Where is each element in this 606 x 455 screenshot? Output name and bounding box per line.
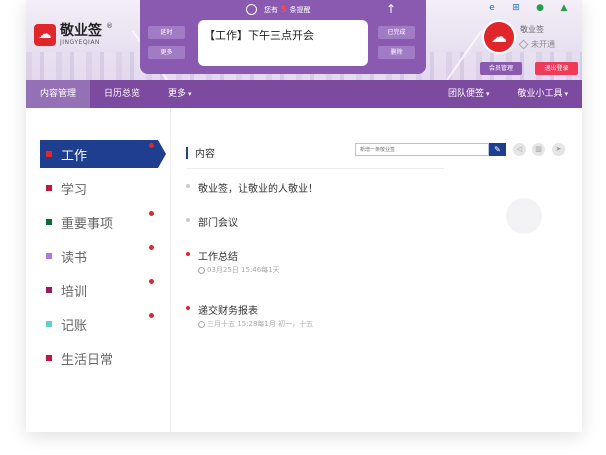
reminder-panel: 您有 5 条提醒 ↑ 延时 更多 【工作】下午三点开会 已完成 删除 (140, 0, 426, 74)
nav-team-notes[interactable]: 团队便签 ▾ (434, 80, 504, 108)
category-label: 培训 (61, 284, 88, 300)
membership-status: 未开通 (518, 39, 555, 50)
bullet-icon (186, 218, 190, 222)
reminder-dot-icon (149, 211, 154, 216)
note-text: 部门会议 (198, 218, 238, 229)
bullet-icon (186, 184, 190, 188)
note-text: 工作总结 (198, 252, 238, 263)
reminder-count[interactable]: 您有 5 条提醒 (246, 4, 311, 15)
nav-label: 更多 (168, 89, 187, 99)
logout-button[interactable]: 退出登录 (535, 62, 578, 75)
nav-label: 团队便签 (447, 89, 484, 99)
registered-mark: ® (106, 22, 113, 30)
membership-status-text: 未开通 (531, 40, 555, 49)
category-color-icon (46, 355, 52, 361)
reminder-dot-icon (149, 279, 154, 284)
windows-icon[interactable]: ⊞ (510, 2, 522, 14)
category-color-icon (46, 219, 52, 225)
category-color-icon (46, 321, 52, 327)
nav-label: 日历总览 (104, 89, 141, 99)
nav-tools[interactable]: 敬业小工具 ▾ (503, 80, 582, 108)
app-logo: ☁ 敬业签 JINGYEQIAN ® (34, 22, 113, 46)
note-text: 敬业签，让敬业的人敬业！ (198, 184, 318, 195)
reminder-number: 5 (281, 5, 287, 14)
category-label: 工作 (61, 148, 88, 164)
logo-name: 敬业签 (60, 23, 102, 39)
apple-icon[interactable]: ● (534, 2, 546, 14)
category-item[interactable]: 生活日常 (40, 344, 158, 372)
category-item[interactable]: 培训 (40, 276, 158, 304)
watermark-logo (506, 198, 542, 234)
diamond-icon (518, 39, 529, 50)
logo-icon: ☁ (34, 24, 56, 46)
note-text: 递交财务报表 (198, 306, 258, 317)
category-item[interactable]: 重要事项 (40, 208, 158, 236)
delay-button[interactable]: 延时 (148, 26, 185, 39)
delete-button[interactable]: 删除 (378, 46, 415, 59)
category-item[interactable]: 读书 (40, 242, 158, 270)
app-window: ☁ 敬业签 JINGYEQIAN ® 您有 5 条提醒 ↑ 延时 更多 【工作】… (26, 0, 582, 432)
more-button[interactable]: 更多 (148, 46, 185, 59)
edit-icon[interactable]: ✎ (489, 143, 506, 156)
category-color-icon (46, 185, 52, 191)
main-nav: 内容管理 日历总览 更多 ▾ 团队便签 ▾ 敬业小工具 ▾ (26, 80, 582, 108)
member-management-button[interactable]: 会员管理 (480, 62, 522, 75)
note-reminder-time: 三月十五 15:28每1月 初一，十五 (198, 319, 313, 329)
logo-subtitle: JINGYEQIAN (60, 39, 100, 46)
ie-icon[interactable]: e (486, 2, 498, 14)
chevron-down-icon: ▾ (485, 90, 490, 98)
chevron-down-icon: ▾ (564, 90, 568, 98)
reminder-prefix: 您有 (264, 5, 278, 14)
category-color-icon (46, 151, 52, 157)
new-note-input[interactable] (355, 143, 489, 156)
reminder-suffix: 条提醒 (289, 5, 311, 14)
divider (186, 168, 444, 169)
collapse-arrow-icon[interactable]: ↑ (386, 2, 396, 16)
category-item[interactable]: 工作 (40, 140, 166, 168)
reminder-dot-icon (149, 245, 154, 250)
share-icon[interactable]: ◁ (513, 143, 526, 156)
header: ☁ 敬业签 JINGYEQIAN ® 您有 5 条提醒 ↑ 延时 更多 【工作】… (26, 0, 582, 80)
reminder-dot-icon (149, 143, 154, 148)
clock-icon (198, 320, 205, 328)
category-label: 重要事项 (61, 216, 114, 232)
content-title-text: 内容 (195, 149, 215, 160)
reminder-dot-icon (149, 313, 154, 318)
user-name: 敬业签 (520, 25, 544, 34)
done-button[interactable]: 已完成 (378, 26, 415, 39)
bullet-icon (186, 306, 190, 310)
category-label: 记账 (61, 318, 88, 334)
platform-icons: e ⊞ ● ▲ (486, 2, 582, 14)
send-icon[interactable]: ➤ (552, 143, 565, 156)
category-label: 生活日常 (61, 352, 114, 368)
nav-label: 敬业小工具 (517, 89, 563, 99)
trash-icon[interactable]: ▥ (532, 143, 545, 156)
note-reminder-time: 03月25日 15:46每1天 (198, 265, 280, 275)
current-reminder-note: 【工作】下午三点开会 (198, 20, 368, 66)
bell-icon (246, 4, 257, 15)
content-title: 内容 (186, 145, 215, 160)
category-sidebar: 工作学习重要事项读书培训记账生活日常 (26, 108, 171, 432)
nav-label: 内容管理 (40, 89, 77, 99)
category-color-icon (46, 287, 52, 293)
avatar[interactable]: ☁ (482, 20, 516, 54)
android-icon[interactable]: ▲ (558, 2, 570, 14)
category-label: 学习 (61, 182, 88, 198)
title-accent (186, 146, 188, 159)
category-color-icon (46, 253, 52, 259)
nav-content-management[interactable]: 内容管理 (26, 80, 91, 108)
nav-more[interactable]: 更多 ▾ (154, 80, 206, 108)
bullet-icon (186, 252, 190, 256)
clock-icon (198, 266, 205, 274)
category-item[interactable]: 学习 (40, 174, 158, 202)
chevron-down-icon: ▾ (188, 90, 192, 98)
category-item[interactable]: 记账 (40, 310, 158, 338)
category-label: 读书 (61, 250, 88, 266)
note-reminder-text: 三月十五 15:28每1月 初一，十五 (207, 320, 314, 328)
nav-calendar-overview[interactable]: 日历总览 (90, 80, 154, 108)
note-reminder-text: 03月25日 15:46每1天 (207, 266, 280, 274)
